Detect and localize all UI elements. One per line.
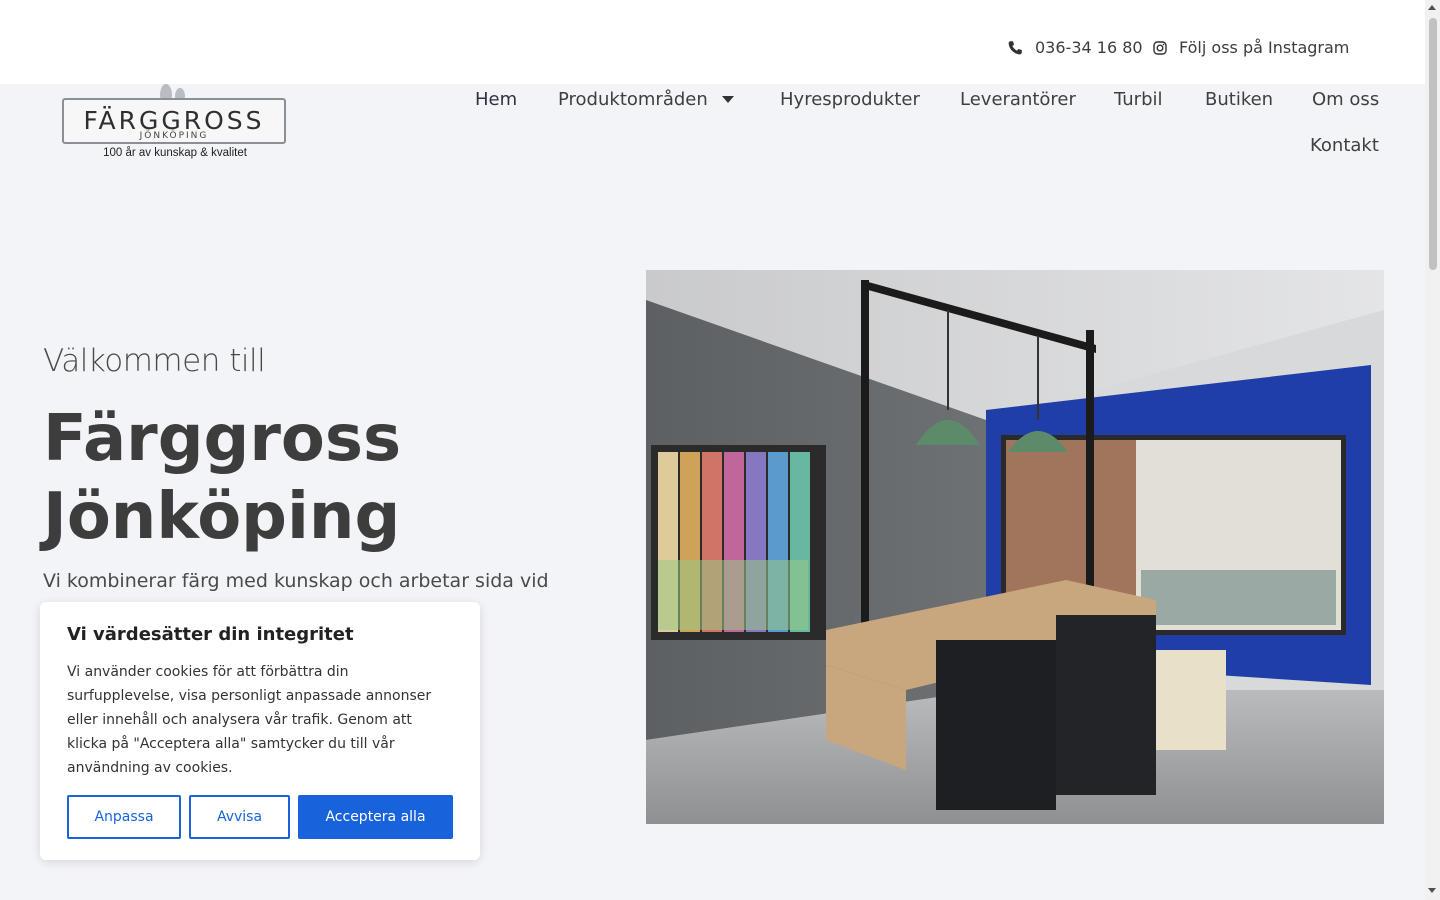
instagram-link[interactable]: Följ oss på Instagram (1153, 38, 1349, 57)
nav-item-produktomraden[interactable]: Produktområden (558, 89, 734, 110)
logo-tagline: 100 år av kunskap & kvalitet (103, 147, 247, 159)
nav-item-label: Produktområden (558, 89, 708, 110)
scroll-down-icon[interactable] (1428, 888, 1436, 893)
cookie-consent-dialog: Vi värdesätter din integritet Vi använde… (40, 602, 480, 860)
cookie-title: Vi värdesätter din integritet (67, 624, 354, 645)
caret-down-icon (721, 95, 734, 103)
top-bar: 036-34 16 80 Följ oss på Instagram (0, 0, 1425, 84)
page-scrollbar[interactable] (1425, 0, 1440, 900)
scroll-up-icon[interactable] (1428, 5, 1436, 10)
phone-number: 036-34 16 80 (1035, 38, 1143, 57)
nav-item-butiken[interactable]: Butiken (1205, 89, 1273, 110)
customize-button[interactable]: Anpassa (67, 795, 181, 839)
store-photo (646, 270, 1384, 824)
hero-title-line2: Jönköping (43, 480, 401, 554)
reject-button[interactable]: Avvisa (189, 795, 290, 839)
hero-title-line1: Färggross (43, 402, 402, 476)
accept-all-button[interactable]: Acceptera alla (298, 795, 453, 839)
cookie-text: Vi använder cookies för att förbättra di… (67, 664, 432, 776)
instagram-icon (1153, 40, 1167, 55)
logo-city: JÖNKÖPING (139, 131, 209, 141)
nav-item-hyresprodukter[interactable]: Hyresprodukter (780, 89, 920, 110)
phone-link[interactable]: 036-34 16 80 (1007, 38, 1143, 57)
hero-subtitle: Vi kombinerar färg med kunskap och arbet… (43, 570, 549, 592)
phone-icon (1008, 40, 1022, 54)
instagram-label: Följ oss på Instagram (1179, 38, 1350, 57)
logo-box: FÄRGGROSS JÖNKÖPING (62, 98, 286, 144)
scroll-thumb[interactable] (1429, 18, 1437, 270)
nav-item-leverantorer[interactable]: Leverantörer (960, 89, 1076, 110)
site-logo[interactable]: FÄRGGROSS JÖNKÖPING 100 år av kunskap & … (62, 84, 288, 164)
nav-item-kontakt[interactable]: Kontakt (1310, 135, 1379, 156)
hero-title: Färggross Jönköping (43, 400, 603, 556)
nav-item-turbil[interactable]: Turbil (1114, 89, 1163, 110)
nav-item-om-oss[interactable]: Om oss (1312, 89, 1379, 110)
nav-item-hem[interactable]: Hem (475, 89, 517, 110)
store-interior-illustration (646, 270, 1384, 824)
hero-intro: Välkommen till (43, 343, 266, 379)
